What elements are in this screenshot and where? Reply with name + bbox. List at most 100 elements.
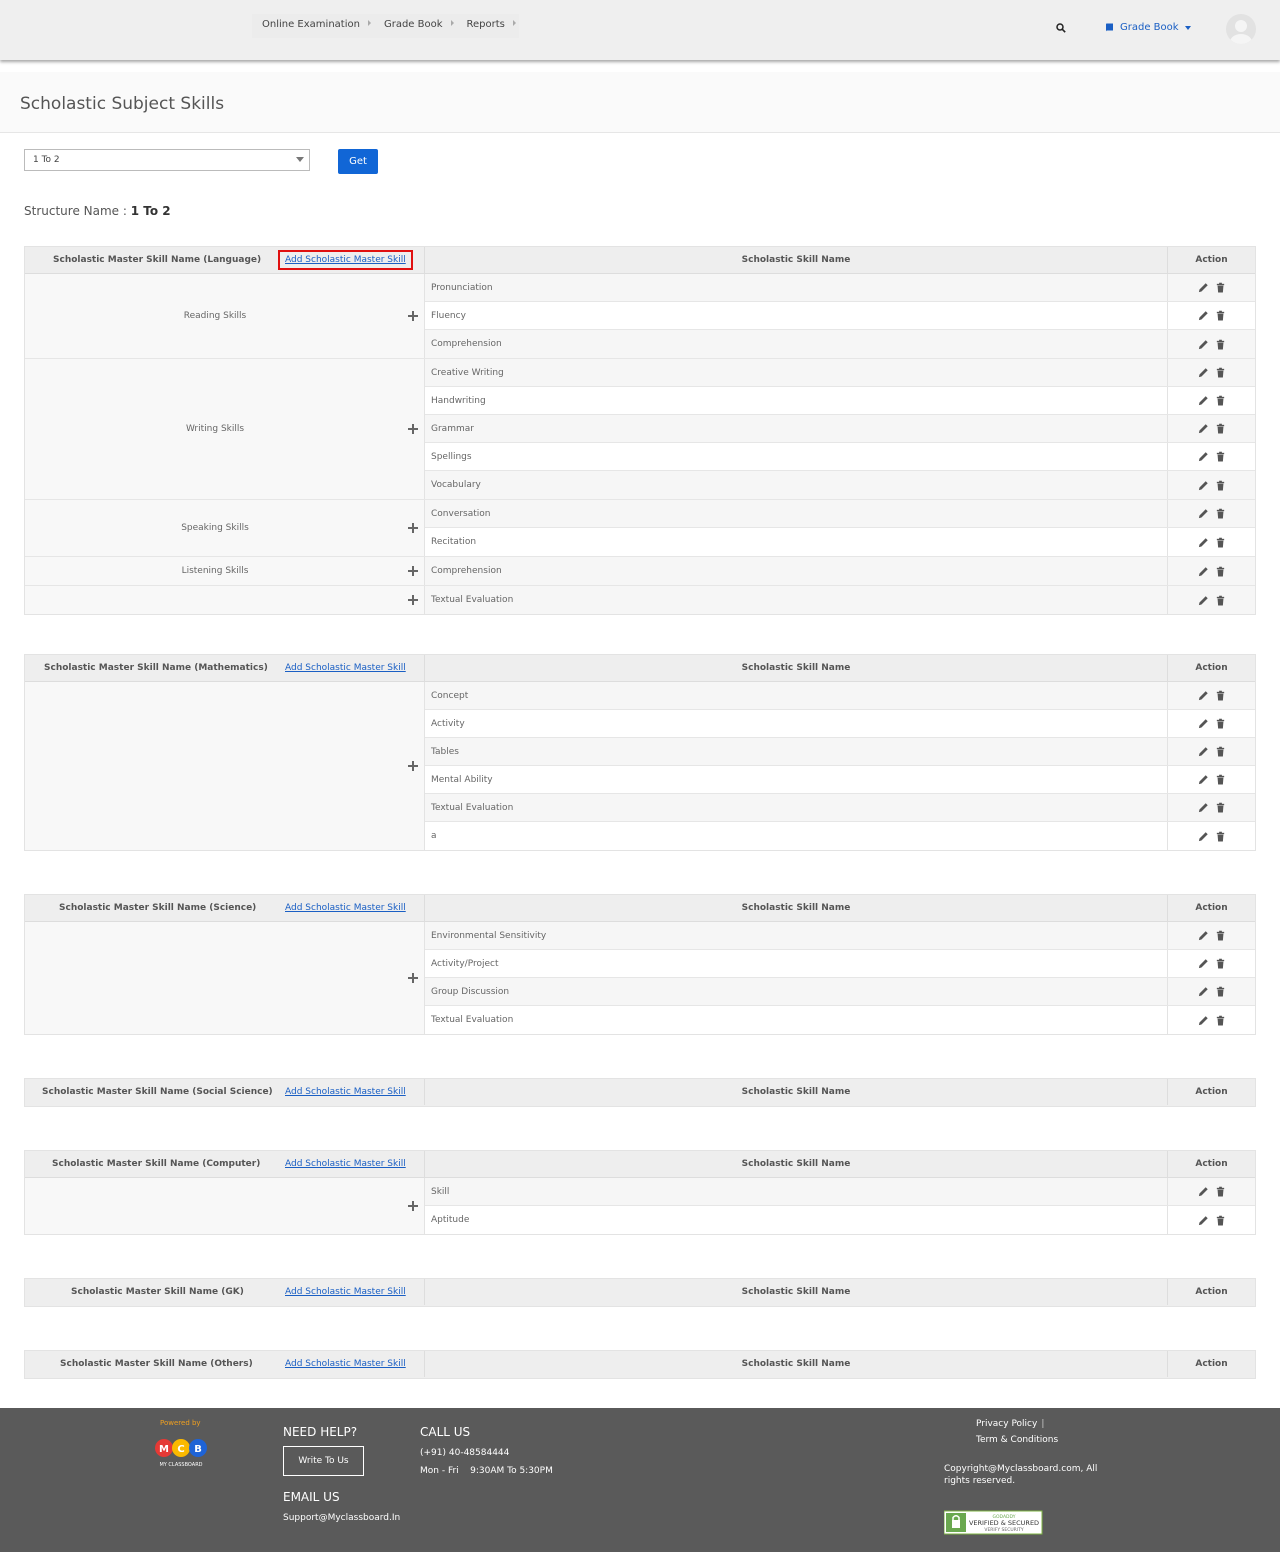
add-skill-plus-icon[interactable] [408,566,418,576]
edit-pencil-icon[interactable] [1198,423,1209,434]
menu-reports[interactable]: Reports [457,14,519,38]
edit-pencil-icon[interactable] [1198,774,1209,785]
skill-name: Vocabulary [431,480,481,490]
menu-grade-book[interactable]: Grade Book [374,14,457,38]
edit-pencil-icon[interactable] [1198,1215,1209,1226]
edit-pencil-icon[interactable] [1198,802,1209,813]
add-skill-plus-icon[interactable] [408,761,418,771]
skill-name: Tables [431,747,459,757]
group-cell: Speaking Skills [25,500,425,556]
edit-pencil-icon[interactable] [1198,690,1209,701]
add-skill-plus-icon[interactable] [408,311,418,321]
delete-trash-icon[interactable] [1215,958,1226,969]
action-cell [1167,359,1255,386]
menu-label: Reports [466,19,505,30]
edit-pencil-icon[interactable] [1198,718,1209,729]
delete-trash-icon[interactable] [1215,310,1226,321]
delete-trash-icon[interactable] [1215,986,1226,997]
page-header: Scholastic Subject Skills [0,72,1280,133]
delete-trash-icon[interactable] [1215,831,1226,842]
master-skill-header: Scholastic Master Skill Name (Science) A… [25,895,425,921]
edit-pencil-icon[interactable] [1198,566,1209,577]
edit-pencil-icon[interactable] [1198,508,1209,519]
master-skill-header: Scholastic Master Skill Name (Language) … [25,247,425,273]
add-skill-plus-icon[interactable] [408,523,418,533]
edit-pencil-icon[interactable] [1198,339,1209,350]
edit-pencil-icon[interactable] [1198,282,1209,293]
delete-trash-icon[interactable] [1215,930,1226,941]
edit-pencil-icon[interactable] [1198,831,1209,842]
add-skill-plus-icon[interactable] [408,424,418,434]
add-skill-plus-icon[interactable] [408,1201,418,1211]
edit-pencil-icon[interactable] [1198,395,1209,406]
edit-pencil-icon[interactable] [1198,367,1209,378]
edit-pencil-icon[interactable] [1198,451,1209,462]
terms-conditions-link[interactable]: Term & Conditions [976,1435,1058,1445]
add-skill-plus-icon[interactable] [408,973,418,983]
edit-pencil-icon[interactable] [1198,1015,1209,1026]
add-master-skill-link[interactable]: Add Scholastic Master Skill [285,1087,406,1097]
delete-trash-icon[interactable] [1215,802,1226,813]
godaddy-verified-badge[interactable]: GODADDY VERIFIED & SECURED VERIFY SECURI… [944,1509,1048,1535]
delete-trash-icon[interactable] [1215,1015,1226,1026]
edit-pencil-icon[interactable] [1198,958,1209,969]
chevron-down-icon [1184,25,1191,30]
get-button[interactable]: Get [338,149,378,174]
skill-table-social-science: Scholastic Master Skill Name (Social Sci… [24,1078,1256,1107]
delete-trash-icon[interactable] [1215,395,1226,406]
add-master-skill-link[interactable]: Add Scholastic Master Skill [278,250,413,270]
group-name: Speaking Skills [181,523,249,533]
edit-pencil-icon[interactable] [1198,930,1209,941]
edit-pencil-icon[interactable] [1198,310,1209,321]
skill-name-header: Scholastic Skill Name [741,903,851,913]
delete-trash-icon[interactable] [1215,1215,1226,1226]
edit-pencil-icon[interactable] [1198,1186,1209,1197]
avatar[interactable] [1226,14,1256,44]
delete-trash-icon[interactable] [1215,282,1226,293]
gradebook-dropdown[interactable]: Grade Book [1105,22,1191,33]
structure-name-value: 1 To 2 [130,204,171,218]
menu-online-examination[interactable]: Online Examination [252,14,374,38]
skill-name-header: Scholastic Skill Name [741,1159,851,1169]
powered-by-label: Powered by [160,1419,201,1427]
delete-trash-icon[interactable] [1215,339,1226,350]
gradebook-dropdown-label: Grade Book [1120,22,1179,33]
action-cell [1167,794,1255,821]
table-row: Skill [425,1178,1255,1206]
add-skill-plus-icon[interactable] [408,595,418,605]
delete-trash-icon[interactable] [1215,746,1226,757]
delete-trash-icon[interactable] [1215,595,1226,606]
edit-pencil-icon[interactable] [1198,986,1209,997]
skill-name: Handwriting [431,396,486,406]
write-to-us-button[interactable]: Write To Us [283,1446,364,1476]
add-master-skill-link[interactable]: Add Scholastic Master Skill [285,903,406,913]
skill-group: Listening Skills Comprehension [25,557,1255,586]
delete-trash-icon[interactable] [1215,451,1226,462]
edit-pencil-icon[interactable] [1198,595,1209,606]
add-master-skill-link[interactable]: Add Scholastic Master Skill [285,1159,406,1169]
skill-group: Writing Skills Creative Writing Handwrit… [25,359,1255,500]
delete-trash-icon[interactable] [1215,423,1226,434]
delete-trash-icon[interactable] [1215,774,1226,785]
group-cell [25,586,425,614]
add-master-skill-link[interactable]: Add Scholastic Master Skill [285,663,406,673]
edit-pencil-icon[interactable] [1198,480,1209,491]
delete-trash-icon[interactable] [1215,690,1226,701]
delete-trash-icon[interactable] [1215,367,1226,378]
table-row: Textual Evaluation [425,1006,1255,1034]
delete-trash-icon[interactable] [1215,1186,1226,1197]
structure-select[interactable]: 1 To 2 [24,149,310,171]
delete-trash-icon[interactable] [1215,537,1226,548]
add-master-skill-link[interactable]: Add Scholastic Master Skill [285,1287,406,1297]
support-email[interactable]: Support@Myclassboard.In [283,1513,400,1523]
delete-trash-icon[interactable] [1215,566,1226,577]
add-master-skill-link[interactable]: Add Scholastic Master Skill [285,1359,406,1369]
delete-trash-icon[interactable] [1215,718,1226,729]
delete-trash-icon[interactable] [1215,480,1226,491]
edit-pencil-icon[interactable] [1198,746,1209,757]
edit-pencil-icon[interactable] [1198,537,1209,548]
structure-select-value: 1 To 2 [33,155,60,165]
delete-trash-icon[interactable] [1215,508,1226,519]
privacy-policy-link[interactable]: Privacy Policy | [976,1419,1044,1429]
search-icon[interactable] [1056,23,1066,33]
